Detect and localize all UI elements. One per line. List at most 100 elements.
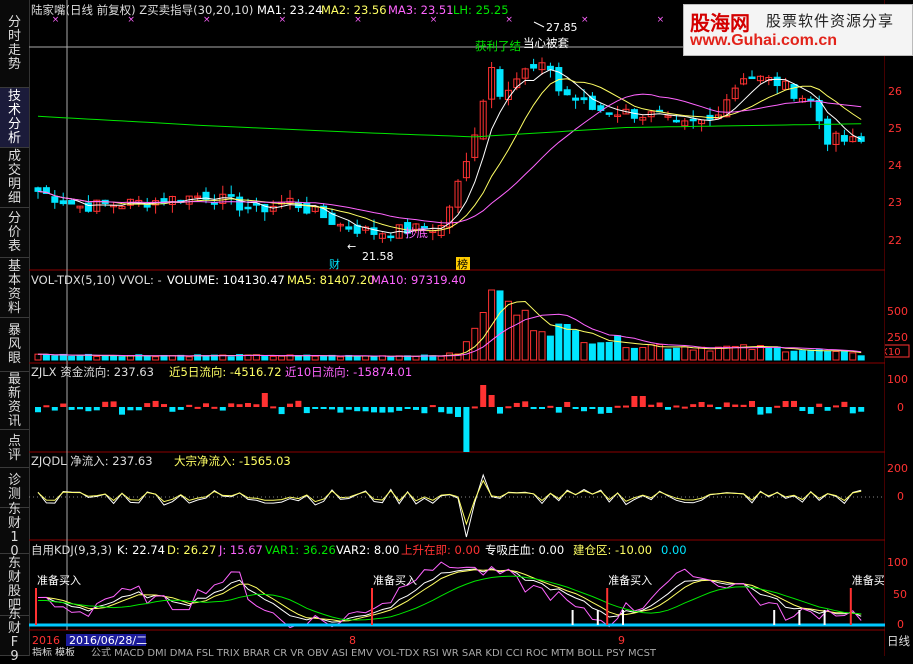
fund-flow-bar [303,407,310,414]
fund-flow-bar [438,407,445,413]
volume-bar [446,352,454,361]
fund-flow-bar [833,405,839,408]
sidebar-item-comment[interactable]: 点评 [0,430,29,468]
volume-bar [773,346,781,361]
volume-bar [597,342,605,361]
sidebar-item-trades[interactable]: 成交明细 [0,148,29,208]
sidebar-item-label: 点评 [7,433,21,463]
volume-bar [832,350,840,361]
fund-flow-bar [295,400,302,407]
fund-flow-bar [539,407,545,409]
fund-flow-panel [35,385,865,452]
candle-body [143,204,151,208]
fund-flow-bar [665,407,671,410]
volume-bar [530,330,538,361]
fund-flow-bar [782,401,789,407]
volume-bar [647,344,655,361]
fund-flow-bar [841,401,848,407]
candle-body [51,196,59,203]
volume-tick: 500 [887,305,908,318]
sidebar-item-label: 东财F9 [7,606,21,664]
fund-flow-bar [161,404,167,407]
volume-bar [706,350,714,361]
fund-flow-bar [85,407,92,412]
indicator-tabs[interactable]: 公式 MACD DMI DMA FSL TRIX BRAR CR VR OBV … [91,646,657,656]
fund-flow-bar [354,407,361,412]
fund-flow-bar [396,407,403,411]
fund-flow-bar [572,407,579,409]
fund-flow-bar [60,403,67,407]
fund-flow-bar [849,407,856,414]
annotation-cai: 财 [329,257,340,271]
fund-flow-bar [631,396,638,407]
kdj-var1: VAR1: 36.26 [265,543,336,557]
sidebar-item-news[interactable]: 最新资讯 [0,372,29,430]
candle-body [773,76,781,87]
volume-bar [504,300,512,361]
timeline-year: 2016 [32,634,60,647]
sidebar-item-dongcai10[interactable]: 东财10 [0,502,29,558]
candle-body [210,202,218,205]
price-tick: 23 [888,196,902,209]
ma2-value: MA2: 23.56 [321,3,387,17]
fund-flow-bar [564,401,571,407]
volume-bar [664,348,672,361]
fund-flow-bar [35,407,41,413]
volume-panel [34,289,865,361]
fund-flow-bar [749,400,755,407]
zjlx-tick: 0 [897,401,904,414]
fund-flow-bar [555,407,562,413]
fund-flow-bar [816,403,823,407]
candle-body [672,119,680,123]
kdj-d: D: 26.27 [167,543,216,557]
volume-bar [798,350,806,361]
sidebar-item-f9[interactable]: 东财F9 [0,607,29,663]
sidebar-item-profile[interactable]: 基本资料 [0,258,29,318]
annotation-careful: 当心被套 [523,36,569,50]
fund-flow-bar [698,402,705,407]
sidebar-item-intraday[interactable]: 分时走势 [0,0,29,88]
fund-flow-bar [455,407,461,417]
chart-area[interactable]: ××××××××××× 准备买入准备买入准备买入准备买入 陆家嘴(日线 前复权)… [29,0,885,656]
volume-bar [605,341,613,361]
volume-bar [261,356,269,361]
volume-bar [748,349,756,361]
volume-bar [278,355,286,361]
sidebar-item-storm-eye[interactable]: 暴风眼 [0,318,29,372]
volume-bar [353,355,361,361]
fund-flow-bar [236,404,243,407]
fund-flow-bar [337,407,344,413]
sidebar-item-price-table[interactable]: 分价表 [0,208,29,258]
kdj-tick: 100 [887,556,908,569]
annotation-bottom: 抄底 [405,226,428,240]
zjlx-5day: 近5日流向: -4516.72 [169,365,282,379]
sidebar-item-label: 东财股吧 [7,555,21,613]
timeline-date: 2016/06/28/二 [69,634,147,647]
low-price-label: 21.58 [362,250,394,263]
net-inflow-line [37,473,862,538]
volume-bar [689,349,697,361]
candle-body [748,76,756,80]
volume-bar [731,345,739,361]
stock-title: 陆家嘴(日线 前复权) Z买卖指导(30,20,10) [31,3,253,17]
volume-bar [76,354,84,361]
candle-body [244,206,252,210]
sidebar: 分时走势 技术分析 成交明细 分价表 基本资料 暴风眼 最新资讯 点评 诊测 东… [0,0,30,663]
fund-flow-bar [774,405,781,408]
volume-bar [311,355,319,361]
candle-body [840,135,848,142]
fund-flow-bar [228,403,235,407]
fund-flow-bar [858,407,865,412]
kdj-k: K: 22.74 [117,543,165,557]
sidebar-item-technical[interactable]: 技术分析 [0,88,29,148]
volume-bar [807,349,815,361]
sidebar-item-label: 分时走势 [7,14,21,72]
fund-flow-bar [530,407,537,410]
volume-bar [93,355,101,361]
fund-flow-bar [791,400,797,407]
volume-bar [202,355,210,361]
fund-flow-bar [723,402,730,407]
fund-flow-bar [51,407,58,411]
indicator-tabs-label[interactable]: 指标 模板 [32,646,75,656]
fund-flow-bar [387,407,394,413]
